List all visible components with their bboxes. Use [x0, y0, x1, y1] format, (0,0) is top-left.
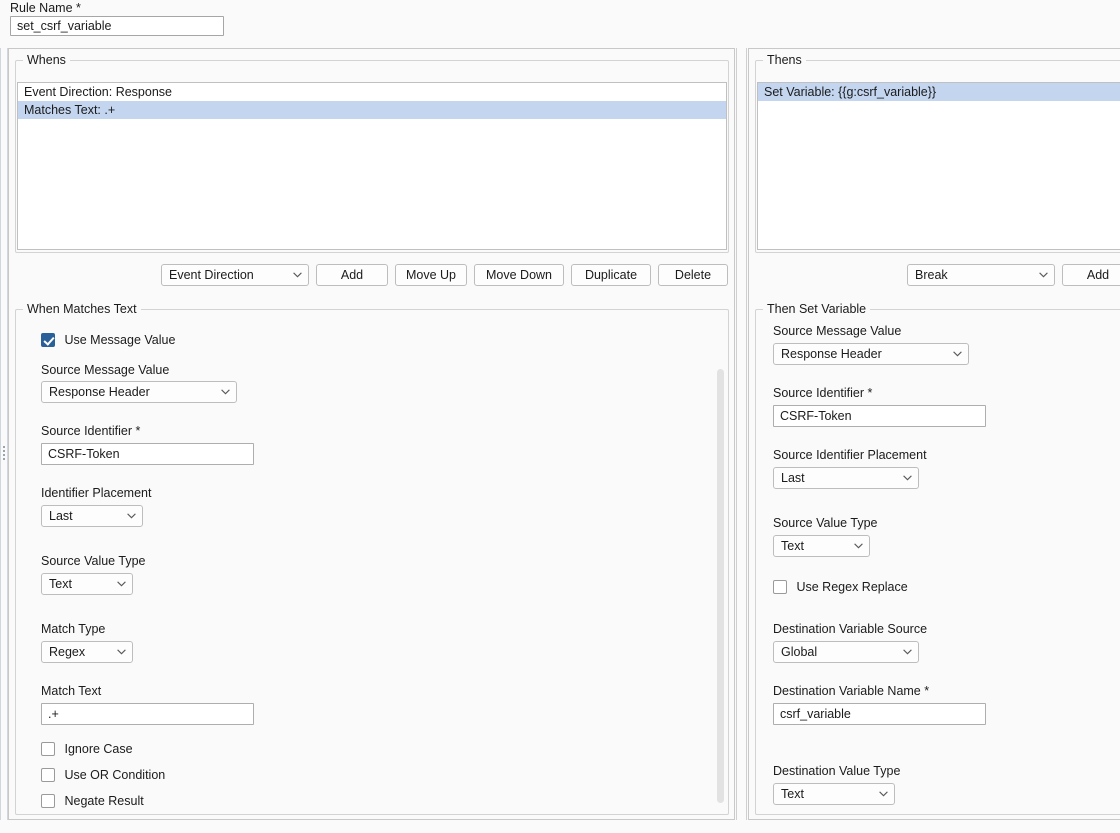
use-regex-replace-label: Use Regex Replace: [796, 580, 907, 594]
use-message-value-checkbox[interactable]: [41, 333, 55, 347]
whens-list-item-0[interactable]: Event Direction: Response: [18, 83, 726, 101]
then-set-variable-border: [755, 309, 1120, 815]
use-or-condition-checkbox-row[interactable]: Use OR Condition: [41, 768, 165, 784]
chevron-down-icon: [117, 649, 126, 655]
whens-title: Whens: [23, 53, 70, 67]
left-split-divider[interactable]: [0, 48, 8, 820]
when-move-up-button[interactable]: Move Up: [395, 264, 467, 286]
then-source-identifier-placement-label: Source Identifier Placement: [773, 448, 927, 462]
then-type-select-value: Break: [915, 268, 948, 282]
when-match-type-select[interactable]: Regex: [41, 641, 133, 663]
when-identifier-placement-label: Identifier Placement: [41, 486, 151, 500]
then-source-value-type-select[interactable]: Text: [773, 535, 870, 557]
chevron-down-icon: [293, 272, 302, 278]
when-match-text-label: Match Text: [41, 684, 101, 698]
when-add-button[interactable]: Add: [316, 264, 388, 286]
use-message-value-checkbox-row[interactable]: Use Message Value: [41, 333, 175, 349]
rule-editor-window: Rule Name * Whens Event Direction: Respo…: [0, 0, 1120, 833]
destination-value-type-text: Text: [781, 787, 804, 801]
center-split-divider[interactable]: [736, 48, 747, 820]
then-set-variable-groupbox: Then Set Variable: [755, 302, 1120, 815]
when-type-select[interactable]: Event Direction: [161, 264, 309, 286]
use-regex-replace-checkbox[interactable]: [773, 580, 787, 594]
when-match-type-text: Regex: [49, 645, 85, 659]
when-source-message-value-select[interactable]: Response Header: [41, 381, 237, 403]
when-source-value-type-select[interactable]: Text: [41, 573, 133, 595]
then-source-identifier-placement-select[interactable]: Last: [773, 467, 919, 489]
destination-value-type-select[interactable]: Text: [773, 783, 895, 805]
ignore-case-checkbox[interactable]: [41, 742, 55, 756]
when-matches-text-title: When Matches Text: [23, 302, 141, 316]
then-source-message-value-text: Response Header: [781, 347, 882, 361]
when-move-down-button[interactable]: Move Down: [474, 264, 564, 286]
negate-result-label: Negate Result: [64, 794, 143, 808]
when-source-identifier-input[interactable]: [41, 443, 254, 465]
ignore-case-label: Ignore Case: [64, 742, 132, 756]
thens-title: Thens: [763, 53, 806, 67]
chevron-down-icon: [953, 351, 962, 357]
destination-variable-source-text: Global: [781, 645, 817, 659]
chevron-down-icon: [1039, 272, 1048, 278]
then-source-message-value-select[interactable]: Response Header: [773, 343, 969, 365]
when-source-identifier-label: Source Identifier *: [41, 424, 140, 438]
then-source-identifier-label: Source Identifier *: [773, 386, 872, 400]
rule-name-input[interactable]: [10, 16, 224, 36]
rule-name-section: Rule Name *: [0, 0, 1120, 46]
chevron-down-icon: [879, 791, 888, 797]
negate-result-checkbox[interactable]: [41, 794, 55, 808]
when-source-value-type-text: Text: [49, 577, 72, 591]
then-source-message-value-label: Source Message Value: [773, 324, 901, 338]
when-form-scroll-region: Use Message Value Source Message Value R…: [17, 319, 727, 813]
split-grip-icon: [3, 446, 6, 460]
thens-list-item-0[interactable]: Set Variable: {{g:csrf_variable}}: [758, 83, 1120, 101]
chevron-down-icon: [854, 543, 863, 549]
use-or-condition-checkbox[interactable]: [41, 768, 55, 782]
chevron-down-icon: [127, 513, 136, 519]
then-set-variable-title: Then Set Variable: [763, 302, 870, 316]
then-add-button[interactable]: Add: [1062, 264, 1120, 286]
when-delete-button[interactable]: Delete: [658, 264, 728, 286]
when-form-scrollbar-thumb[interactable]: [717, 369, 724, 803]
then-source-identifier-input[interactable]: [773, 405, 986, 427]
when-match-text-input[interactable]: [41, 703, 254, 725]
use-regex-replace-checkbox-row[interactable]: Use Regex Replace: [773, 580, 908, 596]
when-source-message-value-text: Response Header: [49, 385, 150, 399]
when-match-type-label: Match Type: [41, 622, 105, 636]
when-form-scrollbar[interactable]: [714, 319, 727, 813]
when-identifier-placement-text: Last: [49, 509, 73, 523]
then-source-value-type-text: Text: [781, 539, 804, 553]
ignore-case-checkbox-row[interactable]: Ignore Case: [41, 742, 133, 758]
use-message-value-label: Use Message Value: [64, 333, 175, 347]
use-or-condition-label: Use OR Condition: [64, 768, 165, 782]
when-source-value-type-label: Source Value Type: [41, 554, 145, 568]
thens-pane: Thens Set Variable: {{g:csrf_variable}} …: [748, 48, 1120, 820]
rule-name-label: Rule Name *: [10, 1, 81, 15]
destination-variable-name-input[interactable]: [773, 703, 986, 725]
then-source-value-type-label: Source Value Type: [773, 516, 877, 530]
destination-variable-source-select[interactable]: Global: [773, 641, 919, 663]
whens-list[interactable]: Event Direction: Response Matches Text: …: [17, 82, 727, 250]
destination-variable-source-label: Destination Variable Source: [773, 622, 927, 636]
chevron-down-icon: [117, 581, 126, 587]
negate-result-checkbox-row[interactable]: Negate Result: [41, 794, 144, 810]
chevron-down-icon: [903, 649, 912, 655]
then-source-identifier-placement-text: Last: [781, 471, 805, 485]
then-type-select[interactable]: Break: [907, 264, 1055, 286]
when-type-select-value: Event Direction: [169, 268, 254, 282]
chevron-down-icon: [903, 475, 912, 481]
when-source-message-value-label: Source Message Value: [41, 363, 169, 377]
when-identifier-placement-select[interactable]: Last: [41, 505, 143, 527]
destination-variable-name-label: Destination Variable Name *: [773, 684, 929, 698]
thens-list[interactable]: Set Variable: {{g:csrf_variable}}: [757, 82, 1120, 250]
chevron-down-icon: [221, 389, 230, 395]
when-duplicate-button[interactable]: Duplicate: [571, 264, 651, 286]
whens-pane: Whens Event Direction: Response Matches …: [8, 48, 735, 820]
whens-list-item-1[interactable]: Matches Text: .+: [18, 101, 726, 119]
destination-value-type-label: Destination Value Type: [773, 764, 900, 778]
